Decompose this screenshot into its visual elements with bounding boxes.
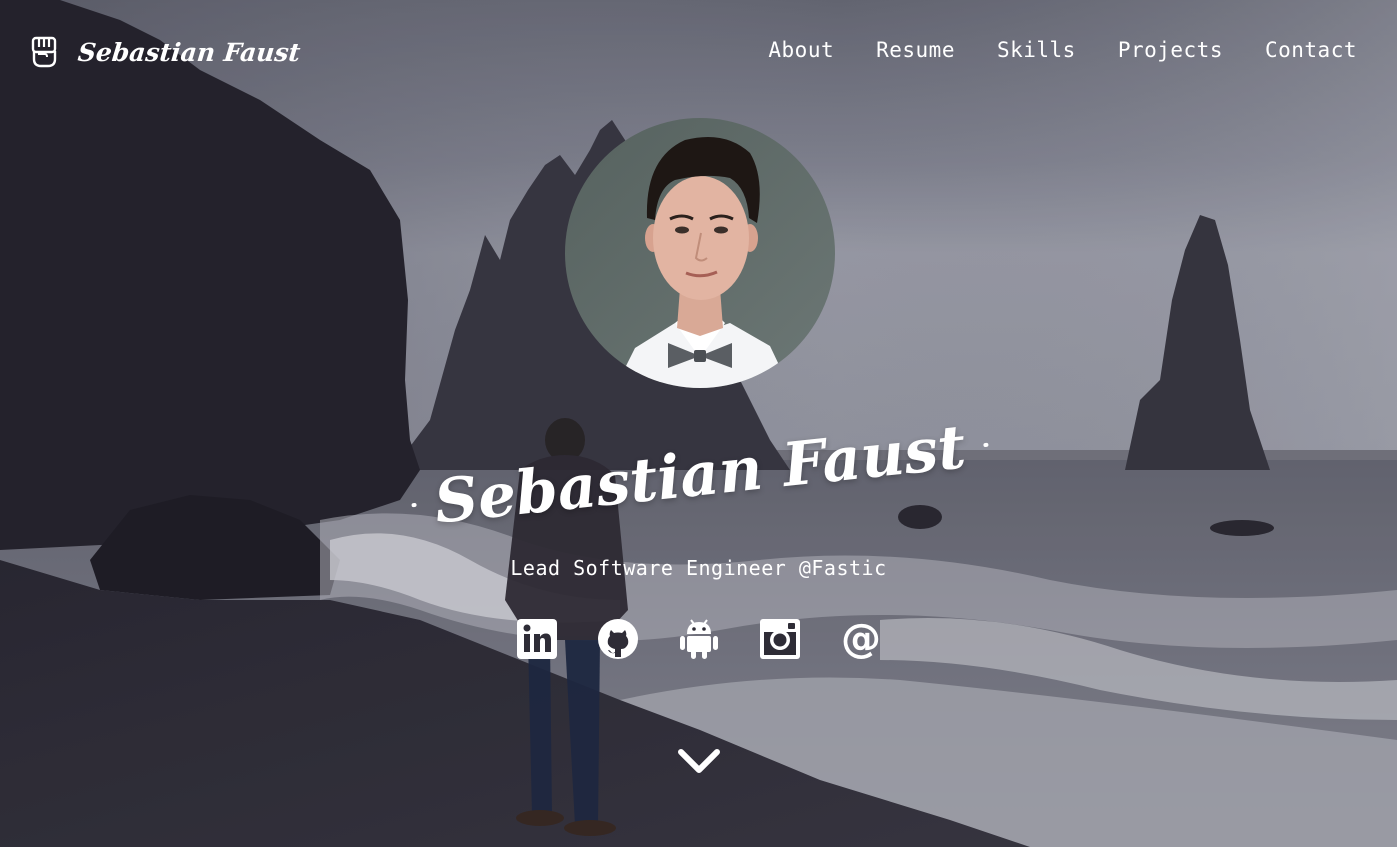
brand-logo-link[interactable]: Sebastian Faust: [30, 34, 302, 70]
github-icon[interactable]: [596, 617, 640, 661]
linkedin-icon[interactable]: [515, 617, 559, 661]
instagram-icon[interactable]: [758, 617, 802, 661]
nav-about[interactable]: About: [768, 38, 834, 62]
social-links: @: [515, 617, 920, 661]
main-nav: About Resume Skills Projects Contact: [726, 38, 1357, 62]
nav-skills[interactable]: Skills: [997, 38, 1076, 62]
profile-photo: [565, 118, 835, 388]
chevron-down-icon: [678, 749, 720, 773]
nav-resume[interactable]: Resume: [876, 38, 955, 62]
nav-contact[interactable]: Contact: [1265, 38, 1357, 62]
fist-icon: [30, 34, 58, 70]
title-dash-left: [411, 502, 418, 508]
scroll-down-button[interactable]: [677, 746, 721, 778]
at-glyph: @: [841, 616, 881, 662]
email-at-icon[interactable]: @: [839, 617, 883, 661]
nav-projects[interactable]: Projects: [1118, 38, 1223, 62]
hero-tagline: Lead Software Engineer @Fastic: [510, 556, 887, 580]
brand-name: Sebastian Faust: [76, 37, 302, 67]
title-dash-right: [982, 442, 989, 448]
android-icon[interactable]: [677, 617, 721, 661]
hero-section: Sebastian Faust About Resume Skills Proj…: [0, 0, 1397, 847]
